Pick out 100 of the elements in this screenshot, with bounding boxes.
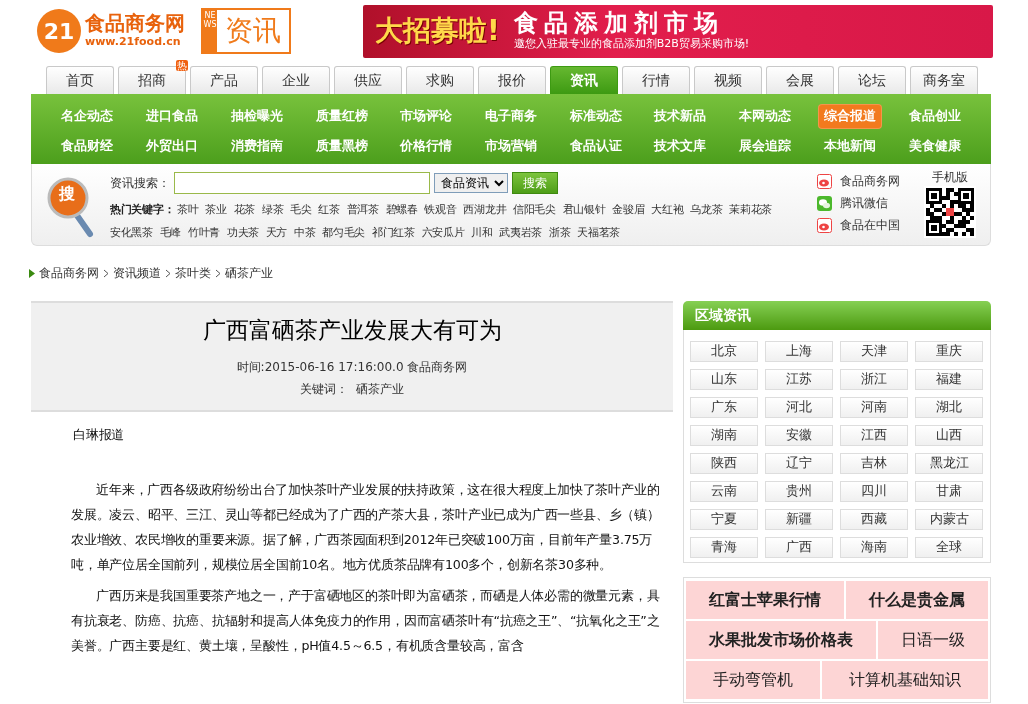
region-button[interactable]: 陕西 bbox=[690, 453, 758, 474]
region-button[interactable]: 云南 bbox=[690, 481, 758, 502]
keyword-link[interactable]: 红茶 bbox=[318, 203, 340, 216]
region-button[interactable]: 安徽 bbox=[765, 425, 833, 446]
keyword-link[interactable]: 浙茶 bbox=[549, 226, 571, 239]
nav-tab[interactable]: 报价 bbox=[478, 66, 546, 94]
promo-link[interactable]: 手动弯管机 bbox=[686, 661, 820, 699]
region-button[interactable]: 西藏 bbox=[840, 509, 908, 530]
promo-link[interactable]: 水果批发市场价格表 bbox=[686, 621, 876, 659]
keyword-link[interactable]: 中茶 bbox=[294, 226, 316, 239]
hot-keywords-label: 热门关键字： bbox=[110, 203, 175, 216]
keyword-link[interactable]: 茶业 bbox=[205, 203, 227, 216]
region-button[interactable]: 江苏 bbox=[765, 369, 833, 390]
nav-tab[interactable]: 论坛 bbox=[838, 66, 906, 94]
promo-link[interactable]: 什么是贵金属 bbox=[846, 581, 988, 619]
banner-title: 食品添加剂市场 bbox=[513, 9, 725, 36]
byline: 白琳报道 bbox=[73, 426, 126, 444]
region-button[interactable]: 天津 bbox=[840, 341, 908, 362]
keyword-link[interactable]: 川和 bbox=[471, 226, 493, 239]
breadcrumb-link[interactable]: 食品商务网 bbox=[39, 264, 99, 282]
region-button[interactable]: 吉林 bbox=[840, 453, 908, 474]
region-button[interactable]: 山西 bbox=[915, 425, 983, 446]
breadcrumb-link[interactable]: 资讯频道 bbox=[113, 264, 161, 282]
keyword-link[interactable]: 碧螺春 bbox=[385, 203, 418, 216]
promo-link[interactable]: 计算机基础知识 bbox=[822, 661, 988, 699]
breadcrumb-link[interactable]: 茶叶类 bbox=[175, 264, 211, 282]
region-button[interactable]: 浙江 bbox=[840, 369, 908, 390]
keyword-link[interactable]: 大红袍 bbox=[651, 203, 684, 216]
region-button[interactable]: 黑龙江 bbox=[915, 453, 983, 474]
region-button[interactable]: 重庆 bbox=[915, 341, 983, 362]
region-button[interactable]: 福建 bbox=[915, 369, 983, 390]
chevron-icon bbox=[215, 268, 221, 278]
region-button[interactable]: 贵州 bbox=[765, 481, 833, 502]
breadcrumb-link[interactable]: 硒茶产业 bbox=[225, 264, 273, 282]
region-button[interactable]: 海南 bbox=[840, 537, 908, 558]
keyword-link[interactable]: 天方 bbox=[265, 226, 288, 239]
region-button[interactable]: 河北 bbox=[765, 397, 833, 418]
hot-badge: 热 bbox=[176, 60, 188, 71]
region-button[interactable]: 北京 bbox=[690, 341, 758, 362]
keyword-link[interactable]: 君山银针 bbox=[562, 203, 606, 216]
nav-tab[interactable]: 求购 bbox=[406, 66, 474, 94]
keyword-link[interactable]: 信阳毛尖 bbox=[513, 203, 556, 216]
keyword-link[interactable]: 铁观音 bbox=[424, 203, 457, 216]
keyword-link[interactable]: 西湖龙井 bbox=[463, 203, 507, 216]
nav-tab[interactable]: 产品 bbox=[190, 66, 258, 94]
nav-tab[interactable]: 视频 bbox=[694, 66, 762, 94]
keyword-link[interactable]: 祁门红茶 bbox=[371, 226, 415, 239]
qr-code bbox=[924, 186, 976, 238]
region-button[interactable]: 青海 bbox=[690, 537, 758, 558]
region-button[interactable]: 湖南 bbox=[690, 425, 758, 446]
keyword-link[interactable]: 花茶 bbox=[233, 203, 256, 216]
region-button[interactable]: 湖北 bbox=[915, 397, 983, 418]
promo-link[interactable]: 红富士苹果行情 bbox=[686, 581, 844, 619]
keyword-link[interactable]: 天福茗茶 bbox=[577, 226, 621, 239]
nav-tab[interactable]: 会展 bbox=[766, 66, 834, 94]
region-button[interactable]: 四川 bbox=[840, 481, 908, 502]
keyword-link[interactable]: 茶叶 bbox=[177, 203, 199, 216]
region-button[interactable]: 内蒙古 bbox=[915, 509, 983, 530]
nav-tab[interactable]: 商务室 bbox=[910, 66, 978, 94]
region-button[interactable]: 宁夏 bbox=[690, 509, 758, 530]
region-button[interactable]: 甘肃 bbox=[915, 481, 983, 502]
follow-link[interactable]: 食品商务网 bbox=[840, 172, 900, 190]
keyword-link[interactable]: 金骏眉 bbox=[612, 203, 645, 216]
keyword-link[interactable]: 毛峰 bbox=[159, 226, 182, 239]
keyword-link[interactable]: 毛尖 bbox=[290, 203, 312, 216]
keyword-link[interactable]: 竹叶青 bbox=[187, 226, 220, 239]
region-button[interactable]: 上海 bbox=[765, 341, 833, 362]
region-button[interactable]: 全球 bbox=[915, 537, 983, 558]
nav-tab[interactable]: 企业 bbox=[262, 66, 330, 94]
region-button[interactable]: 江西 bbox=[840, 425, 908, 446]
keyword-link[interactable]: 茉莉花茶 bbox=[729, 203, 772, 216]
keyword-link[interactable]: 武夷岩茶 bbox=[499, 226, 543, 239]
keyword-link[interactable]: 普洱茶 bbox=[346, 203, 379, 216]
scope-select[interactable]: 食品资讯 bbox=[434, 173, 508, 193]
region-button[interactable]: 新疆 bbox=[765, 509, 833, 530]
nav-tab[interactable]: 行情 bbox=[622, 66, 690, 94]
promo-link[interactable]: 日语一级 bbox=[878, 621, 988, 659]
keyword-link[interactable]: 六安瓜片 bbox=[421, 226, 465, 239]
keyword-link[interactable]: 绿茶 bbox=[261, 203, 284, 216]
chevron-icon bbox=[165, 268, 171, 278]
region-button[interactable]: 广东 bbox=[690, 397, 758, 418]
follow-link[interactable]: 腾讯微信 bbox=[840, 194, 888, 212]
keyword-link[interactable]: 硒茶产业 bbox=[356, 381, 404, 396]
keyword-link[interactable]: 安化黑茶 bbox=[110, 226, 153, 239]
wechat-icon bbox=[817, 195, 832, 211]
site-name: 食品商务网 bbox=[85, 11, 185, 34]
region-button[interactable]: 广西 bbox=[765, 537, 833, 558]
keyword-link[interactable]: 都匀毛尖 bbox=[322, 226, 366, 239]
nav-tab[interactable]: 供应 bbox=[334, 66, 402, 94]
follow-link[interactable]: 食品在中国 bbox=[840, 216, 900, 234]
region-button[interactable]: 山东 bbox=[690, 369, 758, 390]
mobile-label: 手机版 bbox=[931, 169, 969, 186]
keywords-label: 关键词： bbox=[300, 381, 348, 396]
keyword-link[interactable]: 乌龙茶 bbox=[690, 203, 723, 216]
nav-tab[interactable]: 首页 bbox=[46, 66, 114, 94]
keyword-link[interactable]: 功夫茶 bbox=[226, 226, 259, 239]
logo-icon: 21 bbox=[37, 9, 81, 53]
region-button[interactable]: 辽宁 bbox=[765, 453, 833, 474]
region-button[interactable]: 河南 bbox=[840, 397, 908, 418]
search-field[interactable] bbox=[174, 172, 430, 194]
